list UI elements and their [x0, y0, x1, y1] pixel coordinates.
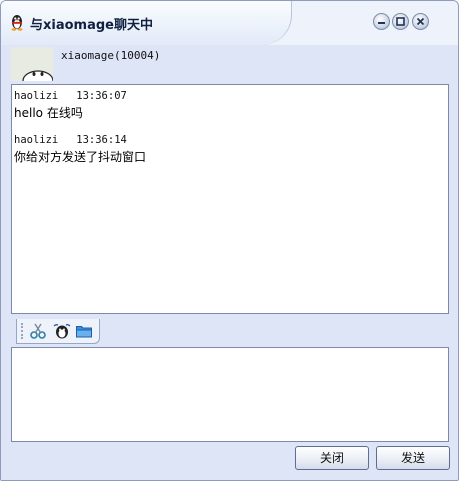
folder-icon[interactable] [75, 322, 93, 340]
maximize-icon [396, 17, 405, 26]
message: haolizi 13:36:14 你给对方发送了抖动窗口 [14, 134, 446, 164]
title-bar[interactable]: 与xiaomage聊天中 [1, 1, 458, 45]
message: haolizi 13:36:07 hello 在线吗 [14, 90, 446, 120]
cut-icon[interactable] [29, 322, 47, 340]
maximize-button[interactable] [392, 13, 409, 30]
penguin-icon [9, 13, 25, 31]
close-icon [416, 17, 425, 26]
close-window-button[interactable] [412, 13, 429, 30]
message-text: 你给对方发送了抖动窗口 [14, 150, 147, 164]
message-header: haolizi 13:36:07 [14, 90, 446, 104]
message-input[interactable] [11, 347, 449, 442]
minimize-icon [378, 22, 385, 24]
avatar[interactable] [11, 47, 53, 81]
close-button[interactable]: 关闭 [295, 446, 369, 470]
shake-icon[interactable] [53, 322, 71, 340]
window-title: 与xiaomage聊天中 [30, 18, 153, 33]
send-button[interactable]: 发送 [376, 446, 450, 470]
penguin-avatar-icon [22, 70, 53, 81]
message-sender: haolizi [14, 90, 59, 102]
contact-name: xiaomage(10004) [61, 49, 161, 62]
minimize-button[interactable] [373, 13, 390, 30]
chat-history[interactable]: haolizi 13:36:07 hello 在线吗 haolizi 13:36:1… [11, 84, 449, 314]
message-sender: haolizi [14, 134, 59, 146]
input-toolbar [16, 319, 100, 344]
message-text: hello 在线吗 [14, 106, 83, 120]
message-time: 13:36:14 [76, 134, 127, 146]
message-time: 13:36:07 [76, 90, 127, 102]
chat-window: 与xiaomage聊天中 xiaomage(10004) haolizi 13:3… [0, 0, 459, 481]
toolbar-grip[interactable] [21, 323, 25, 339]
message-header: haolizi 13:36:14 [14, 134, 446, 148]
